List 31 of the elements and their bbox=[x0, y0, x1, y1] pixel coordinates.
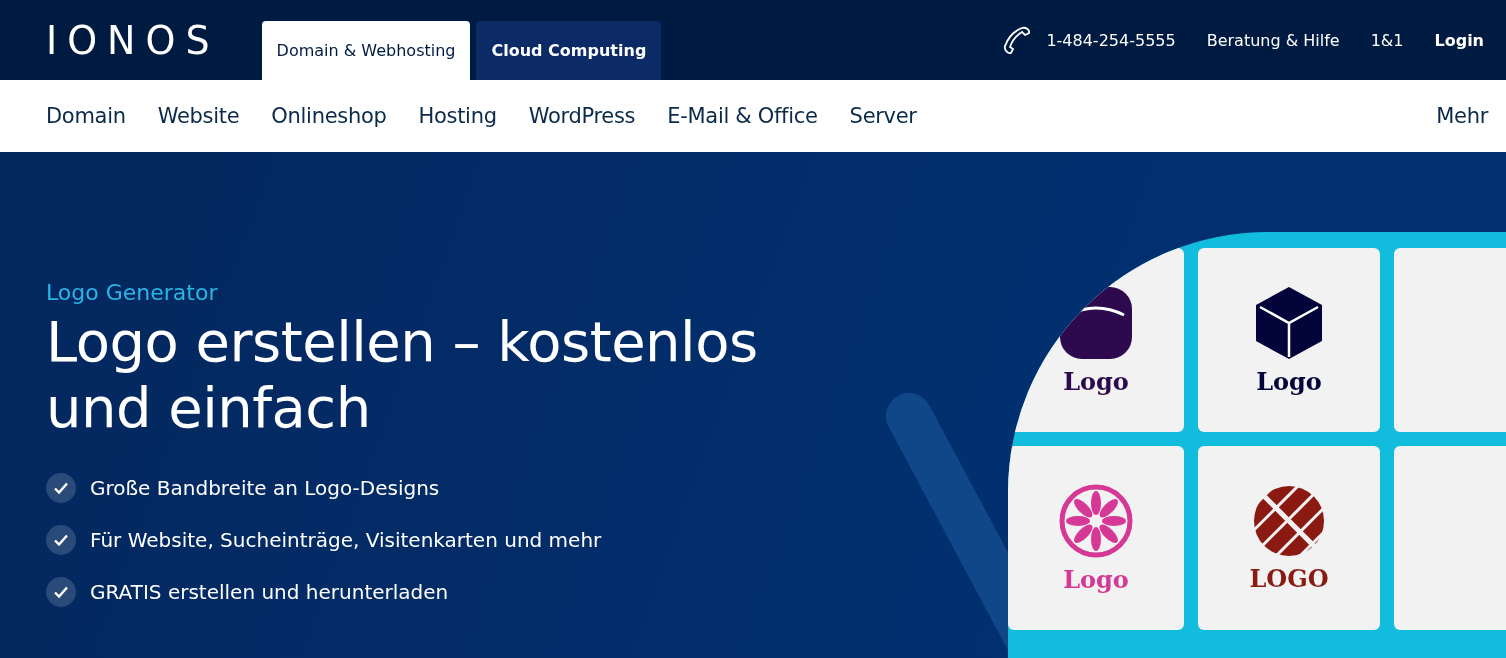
nav-item[interactable]: Hosting bbox=[418, 104, 497, 128]
hero-title: Logo erstellen – kostenlos und einfach bbox=[46, 309, 759, 441]
section-tab[interactable]: Domain & Webhosting bbox=[261, 21, 471, 80]
check-icon bbox=[46, 525, 76, 555]
flower-icon bbox=[1058, 482, 1134, 559]
cube-icon bbox=[1254, 284, 1324, 361]
hero-eyebrow: Logo Generator bbox=[46, 280, 219, 305]
check-icon bbox=[46, 577, 76, 607]
phone-number[interactable]: 1-484-254-5555 bbox=[1046, 30, 1176, 50]
logo-sample-text: LOGO bbox=[1249, 563, 1329, 593]
header-link[interactable]: Beratung & Hilfe bbox=[1206, 30, 1340, 50]
section-tab[interactable]: Cloud Computing bbox=[476, 21, 662, 80]
feature-text: GRATIS erstellen und herunterladen bbox=[90, 580, 449, 604]
logo-sample-text: Logo bbox=[1063, 366, 1129, 396]
feature-text: Für Website, Sucheinträge, Visitenkarten und mehr bbox=[90, 528, 602, 552]
nav-item[interactable]: Server bbox=[849, 104, 917, 128]
nav-item[interactable]: Domain bbox=[46, 104, 126, 128]
header-link[interactable]: 1&1 bbox=[1370, 30, 1404, 50]
woven-circle-icon bbox=[1252, 483, 1326, 558]
nav-item[interactable]: E-Mail & Office bbox=[667, 104, 818, 128]
feature-text: Große Bandbreite an Logo-Designs bbox=[90, 476, 440, 500]
nav-item[interactable]: Website bbox=[157, 104, 240, 128]
more-menu[interactable]: Mehr bbox=[1436, 104, 1488, 128]
logo-sample-text: Logo bbox=[1256, 366, 1322, 396]
check-icon bbox=[46, 473, 76, 503]
nav-item[interactable]: WordPress bbox=[528, 104, 636, 128]
login-link[interactable]: Login bbox=[1434, 30, 1484, 50]
nav-item[interactable]: Onlineshop bbox=[271, 104, 387, 128]
brand-logo[interactable]: IONOS bbox=[46, 16, 220, 64]
phone-icon bbox=[1002, 25, 1033, 55]
logo-sample-text: Logo bbox=[1063, 564, 1129, 594]
